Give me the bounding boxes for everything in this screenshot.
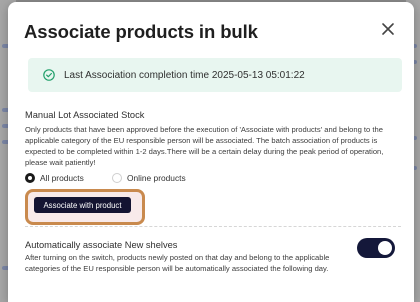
radio-online-products[interactable]: Online products — [112, 173, 186, 183]
manual-section-description: Only products that have been approved be… — [25, 125, 384, 167]
banner-text: Last Association completion time 2025-05… — [64, 69, 305, 81]
highlight-box: Associate with product — [25, 189, 145, 225]
auto-associate-toggle[interactable] — [357, 238, 395, 258]
radio-label: Online products — [127, 173, 186, 183]
close-icon[interactable] — [380, 21, 396, 37]
modal-title: Associate products in bulk — [24, 21, 258, 42]
manual-section-title: Manual Lot Associated Stock — [25, 110, 145, 120]
last-association-banner: Last Association completion time 2025-05… — [28, 58, 402, 92]
associate-with-product-button[interactable]: Associate with product — [34, 197, 131, 213]
radio-selected-icon — [25, 173, 35, 183]
radio-unselected-icon — [112, 173, 122, 183]
radio-all-products[interactable]: All products — [25, 173, 84, 183]
radio-label: All products — [40, 173, 84, 183]
associate-products-modal: Associate products in bulk Last Associat… — [8, 2, 414, 302]
close-icon-glyph — [382, 23, 394, 35]
section-divider — [25, 226, 401, 227]
toggle-knob — [378, 241, 392, 255]
auto-associate-title: Automatically associate New shelves — [25, 240, 178, 250]
auto-associate-description: After turning on the switch, products ne… — [25, 253, 330, 273]
check-circle-icon — [43, 69, 55, 81]
